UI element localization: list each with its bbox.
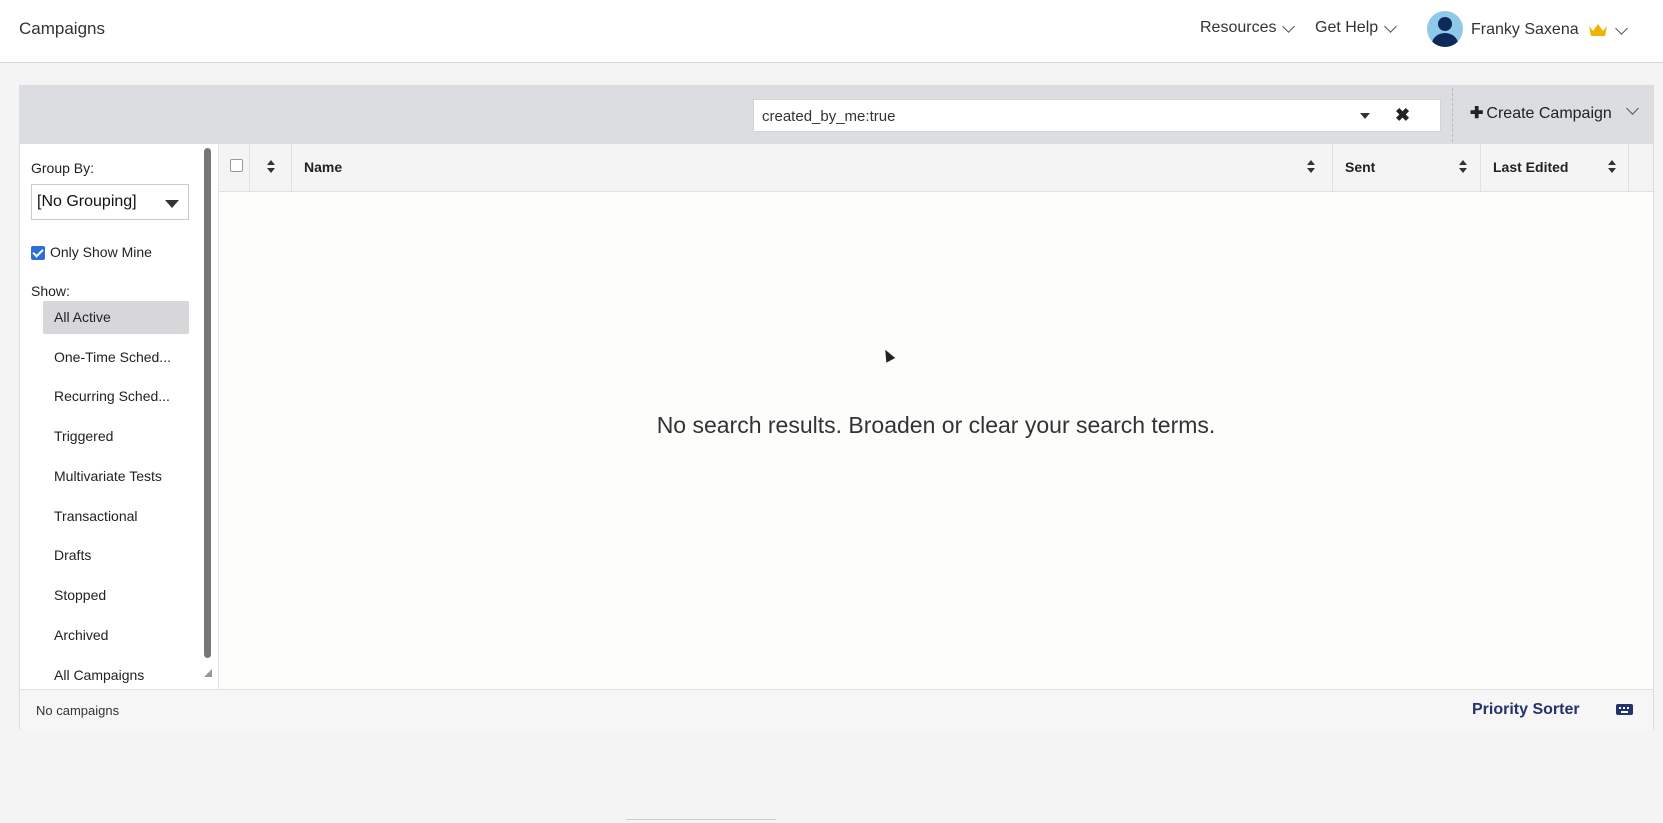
chevron-down-icon xyxy=(1384,19,1398,33)
crown-icon xyxy=(1588,24,1607,36)
show-item-archived[interactable]: Archived xyxy=(43,619,189,652)
plus-icon: ✚ xyxy=(1470,105,1484,122)
filter-dropdown-icon[interactable] xyxy=(1360,113,1370,119)
priority-sort-column[interactable] xyxy=(250,144,292,191)
show-item-recurring-scheduled[interactable]: Recurring Sched... xyxy=(43,380,189,413)
column-sent-label: Sent xyxy=(1345,159,1376,175)
column-header-last-edited[interactable]: Last Edited xyxy=(1481,144,1629,191)
show-item-one-time-scheduled[interactable]: One-Time Sched... xyxy=(43,341,189,374)
group-by-value: [No Grouping] xyxy=(37,193,137,210)
show-item-triggered[interactable]: Triggered xyxy=(43,420,189,453)
toolbar-divider xyxy=(1452,88,1453,142)
search-input[interactable] xyxy=(760,100,1354,133)
select-all-checkbox[interactable] xyxy=(230,159,243,172)
show-item-multivariate-tests[interactable]: Multivariate Tests xyxy=(43,460,189,493)
search-filter[interactable]: ✖ xyxy=(753,99,1441,133)
resources-menu[interactable]: Resources xyxy=(1200,19,1296,37)
table-header: Name Sent Last Edited xyxy=(219,144,1653,192)
get-help-menu-label: Get Help xyxy=(1315,19,1379,36)
caret-down-icon xyxy=(165,200,179,208)
top-header: Campaigns Resources Get Help Franky Saxe… xyxy=(0,0,1663,63)
campaign-count: No campaigns xyxy=(36,703,120,718)
chevron-down-icon xyxy=(1614,21,1628,35)
sort-icon xyxy=(267,160,275,174)
create-campaign-label: Create Campaign xyxy=(1486,105,1612,122)
create-campaign-dropdown-icon[interactable] xyxy=(1626,102,1639,115)
sidebar-scrollbar[interactable] xyxy=(204,148,211,658)
create-campaign-button[interactable]: ✚ Create Campaign xyxy=(1470,103,1612,123)
column-last-edited-label: Last Edited xyxy=(1493,159,1569,175)
resources-menu-label: Resources xyxy=(1200,19,1277,36)
group-by-label: Group By: xyxy=(31,160,95,176)
keyboard-icon[interactable] xyxy=(1616,704,1633,715)
filter-sidebar: Group By: [No Grouping] Only Show Mine S… xyxy=(20,144,218,689)
campaigns-panel: ✖ ✚Create Campaign Group By: [No Groupin… xyxy=(19,85,1654,730)
chevron-down-icon xyxy=(1282,19,1296,33)
show-label: Show: xyxy=(31,283,70,299)
only-show-mine-checkbox[interactable] xyxy=(31,246,45,260)
empty-state-message: No search results. Broaden or clear your… xyxy=(656,412,1216,438)
page-title: Campaigns xyxy=(19,19,105,38)
sort-icon xyxy=(1608,160,1616,174)
avatar[interactable] xyxy=(1427,11,1463,47)
table-footer: No campaigns Priority Sorter xyxy=(20,689,1653,730)
sort-icon xyxy=(1307,160,1315,174)
user-menu[interactable]: Franky Saxena xyxy=(1471,21,1628,39)
show-item-transactional[interactable]: Transactional xyxy=(43,500,189,533)
column-header-name[interactable]: Name xyxy=(292,144,1333,191)
table-body: No search results. Broaden or clear your… xyxy=(219,192,1653,689)
sort-icon xyxy=(1459,160,1467,174)
priority-sorter-link[interactable]: Priority Sorter xyxy=(1472,701,1580,719)
group-by-select[interactable]: [No Grouping] xyxy=(31,184,189,220)
show-item-all-campaigns[interactable]: All Campaigns xyxy=(43,659,189,689)
toolbar: ✖ ✚Create Campaign xyxy=(20,86,1653,144)
select-all-column xyxy=(219,144,250,191)
close-icon[interactable]: ✖ xyxy=(1395,105,1410,126)
show-item-stopped[interactable]: Stopped xyxy=(43,579,189,612)
column-name-label: Name xyxy=(304,159,343,175)
show-item-all-active[interactable]: All Active xyxy=(43,301,189,334)
show-item-drafts[interactable]: Drafts xyxy=(43,539,189,572)
resize-handle-icon[interactable] xyxy=(204,669,212,677)
column-header-sent[interactable]: Sent xyxy=(1333,144,1481,191)
get-help-menu[interactable]: Get Help xyxy=(1315,19,1398,37)
only-show-mine-label: Only Show Mine xyxy=(50,244,152,260)
user-name: Franky Saxena xyxy=(1471,21,1579,38)
